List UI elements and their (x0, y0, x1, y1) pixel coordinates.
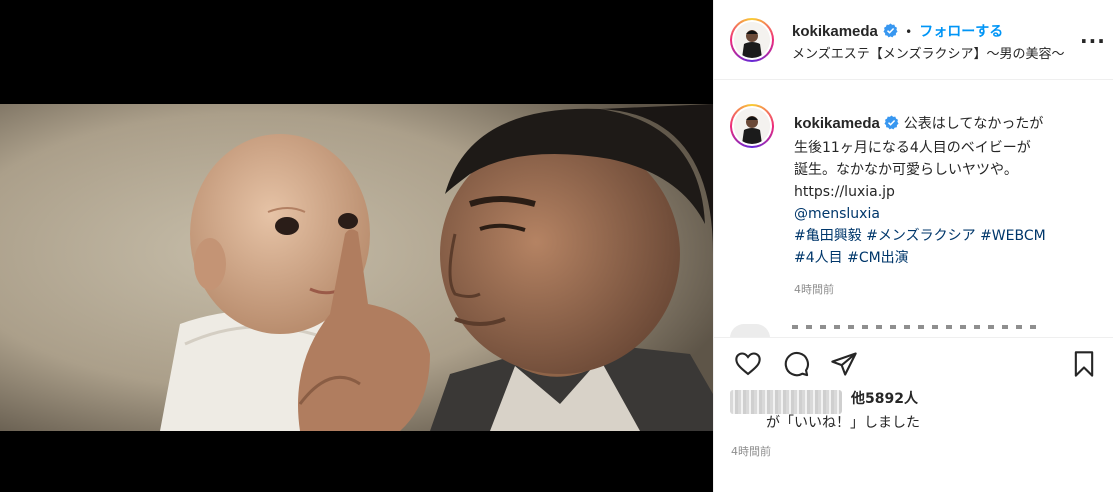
caption-timestamp: 4時間前 (794, 283, 834, 296)
action-bar (714, 344, 1113, 384)
photo-illustration (0, 104, 713, 431)
header-separator: • (905, 25, 913, 39)
caption-hashtags[interactable]: #4人目 #CM出演 (794, 247, 1094, 269)
verified-badge-icon (884, 115, 899, 137)
avatar[interactable] (730, 18, 774, 62)
heart-icon[interactable] (732, 348, 764, 380)
caption-url: https://luxia.jp (794, 184, 895, 200)
caption-text-line: 生後11ヶ月になる4人目のベイビーが (794, 140, 1031, 156)
post-side-panel: kokikameda • フォローする メンズエステ【メンズラクシア】〜男の美容… (713, 0, 1113, 492)
liked-by-avatars-blurred (730, 390, 842, 414)
location-link[interactable]: メンズエステ【メンズラクシア】〜男の美容〜 (792, 43, 1064, 62)
likes-count[interactable]: 他5892人 (851, 388, 918, 408)
bookmark-icon[interactable] (1068, 348, 1100, 380)
avatar-image (734, 108, 770, 144)
caption-mention-link[interactable]: @mensluxia (794, 203, 1094, 225)
post-photo (0, 104, 713, 431)
post-header: kokikameda • フォローする メンズエステ【メンズラクシア】〜男の美容… (714, 0, 1113, 80)
share-icon[interactable] (828, 348, 860, 380)
avatar-image (734, 22, 770, 58)
caption-avatar[interactable] (730, 104, 774, 148)
caption-text-line: 公表はしてなかったが (903, 116, 1044, 132)
actions-divider (714, 337, 1113, 338)
comment-text-partial (792, 325, 1042, 329)
post-media[interactable] (0, 0, 713, 492)
caption-text-line: 誕生。なかなか可愛らしいヤツや。 (794, 162, 1018, 178)
more-options-icon[interactable]: ... (1080, 26, 1106, 46)
verified-badge-icon (883, 23, 898, 42)
post-timestamp: 4時間前 (731, 445, 771, 458)
follow-button[interactable]: フォローする (919, 24, 1003, 40)
caption-username[interactable]: kokikameda (794, 115, 880, 132)
caption-hashtags[interactable]: #亀田興毅 #メンズラクシア #WEBCM (794, 225, 1094, 247)
comment-icon[interactable] (780, 348, 812, 380)
liked-by-text: が「いいね！」しました (766, 415, 920, 431)
header-username[interactable]: kokikameda (792, 23, 878, 40)
post-caption: kokikameda 公表はしてなかったが 生後11ヶ月になる4人目のベイビーが… (794, 113, 1094, 269)
comment-avatar-partial (730, 324, 770, 338)
